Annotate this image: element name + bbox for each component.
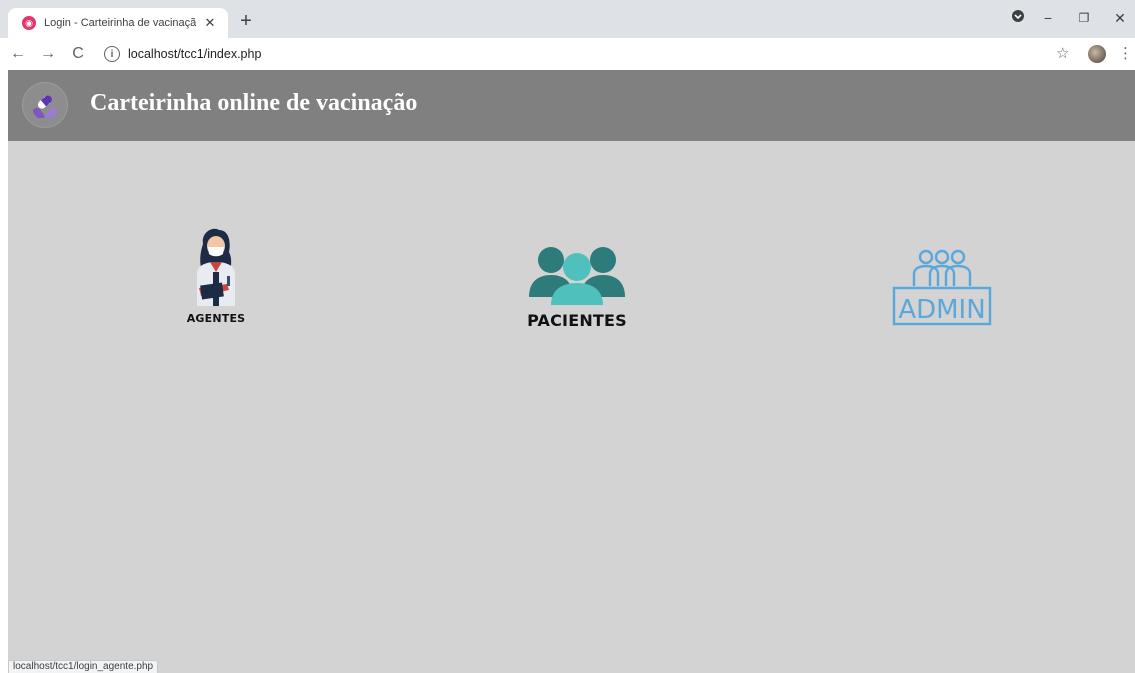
pacientes-card[interactable]: PACIENTES <box>527 243 627 330</box>
site-header: Carteirinha online de vacinação <box>8 70 1135 141</box>
browser-toolbar: ← → C i localhost/tcc1/index.php ☆ ⋮ <box>0 38 1135 70</box>
kebab-menu-icon[interactable]: ⋮ <box>1118 44 1133 62</box>
close-window-button[interactable]: ✕ <box>1110 8 1130 28</box>
back-arrow-icon[interactable]: ← <box>8 44 28 64</box>
admin-icon: ADMIN <box>892 249 992 326</box>
reload-icon[interactable]: C <box>68 44 88 64</box>
admin-label[interactable]: ADMIN <box>898 295 985 325</box>
tab-favicon-icon: ◉ <box>22 16 36 30</box>
tab-close-icon[interactable]: ✕ <box>202 15 218 31</box>
address-bar[interactable]: i localhost/tcc1/index.php <box>104 43 1084 65</box>
patients-group-icon <box>529 247 625 305</box>
restore-button[interactable]: ❐ <box>1074 8 1094 28</box>
agentes-card[interactable]: AGENTES <box>183 226 249 325</box>
pacientes-label[interactable]: PACIENTES <box>527 311 627 330</box>
info-icon[interactable]: i <box>104 46 120 62</box>
agentes-label[interactable]: AGENTES <box>187 312 246 325</box>
browser-tab[interactable]: ◉ Login - Carteirinha de vacinação ✕ <box>8 8 228 38</box>
url-text[interactable]: localhost/tcc1/index.php <box>128 47 261 61</box>
extension-icon[interactable] <box>1008 8 1028 28</box>
bookmark-star-icon[interactable]: ☆ <box>1056 44 1069 62</box>
doctor-icon <box>197 228 235 306</box>
page-body: Carteirinha online de vacinação AGENTES <box>8 70 1135 673</box>
minimize-button[interactable]: − <box>1038 8 1058 28</box>
vaccine-logo-icon <box>22 82 68 128</box>
page-title: Carteirinha online de vacinação <box>90 90 418 116</box>
tab-title: Login - Carteirinha de vacinação <box>44 17 196 29</box>
profile-avatar[interactable] <box>1088 45 1106 63</box>
browser-tabstrip: ◉ Login - Carteirinha de vacinação ✕ + −… <box>0 0 1135 38</box>
admin-card[interactable]: ADMIN <box>892 248 992 326</box>
forward-arrow-icon[interactable]: → <box>38 44 58 64</box>
new-tab-button[interactable]: + <box>236 10 256 32</box>
status-bar-url: localhost/tcc1/login_agente.php <box>8 660 159 673</box>
